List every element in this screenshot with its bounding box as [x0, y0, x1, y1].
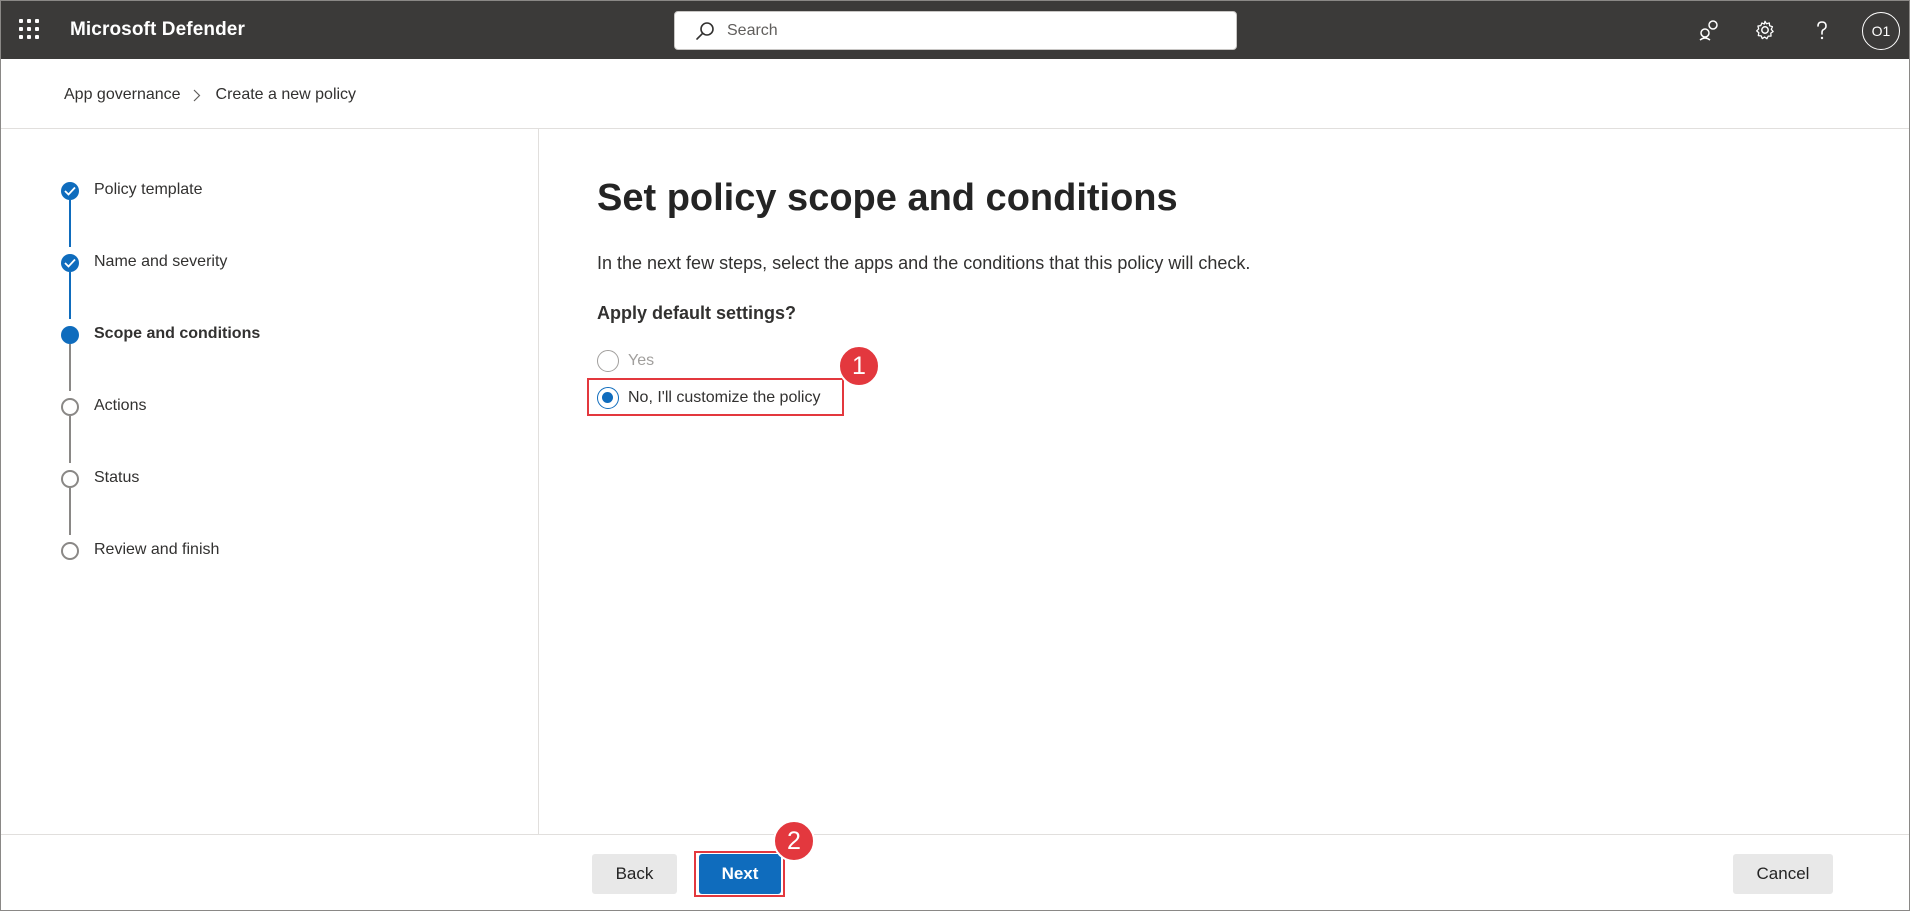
search-box[interactable] [674, 11, 1237, 50]
pending-step-icon [61, 542, 79, 560]
search-input[interactable] [727, 20, 1207, 42]
annotation-badge-2: 2 [773, 820, 815, 862]
step-label: Policy template [94, 181, 203, 198]
page-description: In the next few steps, select the apps a… [597, 253, 1251, 273]
highlight-box-option [587, 378, 844, 416]
step-label: Name and severity [94, 253, 228, 270]
step-connector [69, 344, 71, 391]
app-window: Microsoft Defender Search O1 App governa… [0, 0, 1910, 911]
checkmark-icon [61, 182, 79, 200]
highlight-box-next [694, 851, 785, 897]
radio-button[interactable] [597, 350, 619, 372]
default-settings-question: Apply default settings? [597, 303, 797, 323]
panel-divider [538, 129, 539, 834]
step-label: Review and finish [94, 541, 220, 558]
header-divider [1, 128, 1909, 129]
checkmark-icon [61, 254, 79, 272]
community-icon[interactable] [1696, 17, 1722, 43]
app-title: Microsoft Defender [70, 19, 245, 40]
breadcrumb-item-app-governance[interactable]: App governance [64, 86, 181, 104]
radio-label: Yes [628, 352, 655, 369]
footer-divider [1, 834, 1909, 835]
breadcrumb-item-create-policy: Create a new policy [215, 86, 357, 103]
chevron-right-icon [193, 88, 203, 102]
annotation-badge-1: 1 [838, 345, 880, 387]
gear-icon[interactable] [1752, 17, 1778, 43]
step-connector [69, 416, 71, 463]
back-button[interactable]: Back [592, 854, 677, 894]
radio-option-yes[interactable]: Yes [597, 349, 654, 373]
step-label: Scope and conditions [94, 325, 261, 342]
step-connector [69, 200, 71, 247]
app-launcher-icon[interactable] [19, 19, 41, 41]
step-connector [69, 488, 71, 535]
breadcrumb: App governance Create a new policy [64, 85, 356, 105]
search-icon [696, 22, 714, 40]
pending-step-icon [61, 398, 79, 416]
help-icon[interactable] [1809, 17, 1835, 43]
top-bar: Microsoft Defender Search O1 [1, 1, 1909, 59]
step-label: Status [94, 469, 140, 486]
current-step-icon [61, 326, 79, 344]
page-title: Set policy scope and conditions [597, 177, 1178, 219]
pending-step-icon [61, 470, 79, 488]
step-label: Actions [94, 397, 147, 414]
step-connector [69, 272, 71, 319]
cancel-button[interactable]: Cancel [1733, 854, 1833, 894]
avatar[interactable]: O1 [1862, 12, 1900, 50]
